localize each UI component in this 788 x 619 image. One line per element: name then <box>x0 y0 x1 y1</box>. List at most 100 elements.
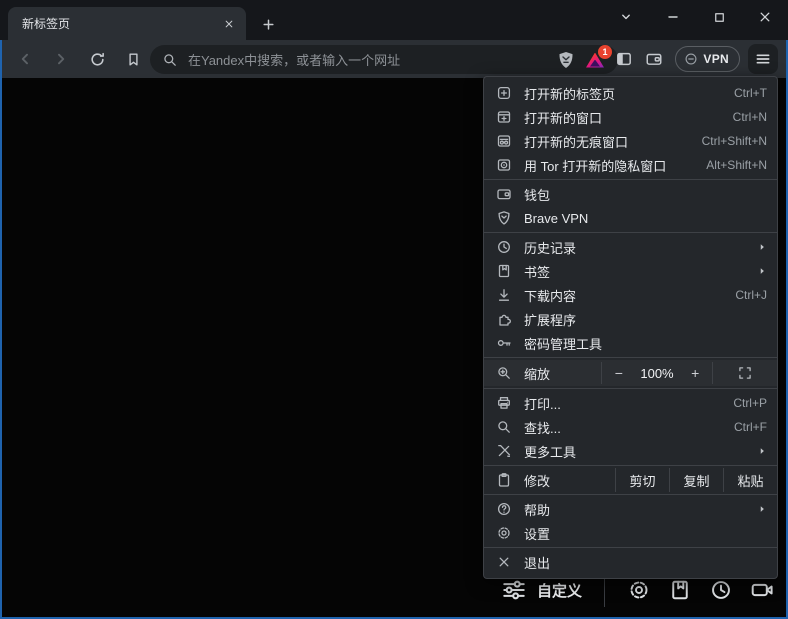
back-icon[interactable] <box>10 44 40 74</box>
toolbar-right: VPN <box>609 40 788 78</box>
search-icon <box>162 52 178 68</box>
menu-item-label: 历史记录 <box>524 238 749 257</box>
close-icon[interactable] <box>748 4 782 30</box>
menu-separator <box>484 494 777 495</box>
brave-rewards-icon[interactable]: 1 <box>586 50 608 70</box>
address-bar-placeholder: 在Yandex中搜索，或者输入一个网址 <box>188 50 556 69</box>
hamburger-menu-icon[interactable] <box>748 44 778 74</box>
menu-item-history[interactable]: 历史记录 <box>484 235 777 259</box>
menu-item-edit: 修改 剪切 复制 粘贴 <box>484 468 777 492</box>
app-menu: 打开新的标签页 Ctrl+T 打开新的窗口 Ctrl+N 打开新的无痕窗口 Ct… <box>483 76 778 579</box>
tab-search-chevron-icon[interactable] <box>609 4 643 30</box>
vpn-button[interactable]: VPN <box>675 46 740 72</box>
tab-title: 新标签页 <box>22 15 220 32</box>
book-icon[interactable] <box>668 578 692 602</box>
menu-item-help[interactable]: 帮助 <box>484 497 777 521</box>
new-window-icon <box>496 109 512 125</box>
tools-icon <box>496 443 512 459</box>
menu-item-bookmarks[interactable]: 书签 <box>484 259 777 283</box>
menu-item-new-window[interactable]: 打开新的窗口 Ctrl+N <box>484 105 777 129</box>
menu-item-shortcut: Ctrl+F <box>734 420 767 434</box>
new-tab-plus-icon[interactable] <box>256 12 280 36</box>
zoom-level: 100% <box>640 366 673 381</box>
menu-item-new-incognito-window[interactable]: 打开新的无痕窗口 Ctrl+Shift+N <box>484 129 777 153</box>
bookmark-icon[interactable] <box>118 44 148 74</box>
browser-window: 新标签页 在Yandex中搜索，或者输入一个网址 1 VPN <box>0 0 788 619</box>
menu-item-label: 打印... <box>524 394 723 413</box>
tab-new-tab-page[interactable]: 新标签页 <box>8 7 246 40</box>
vpn-minus-circle-icon <box>684 52 698 66</box>
submenu-arrow-icon <box>757 446 767 456</box>
menu-item-label: 设置 <box>524 524 767 543</box>
sidebar-icon[interactable] <box>609 44 639 74</box>
menu-item-label: 书签 <box>524 262 749 281</box>
menu-item-shortcut: Ctrl+T <box>734 86 767 100</box>
menu-item-label: 钱包 <box>524 185 767 204</box>
customize-button[interactable]: 自定义 <box>537 580 582 601</box>
tor-icon <box>496 157 512 173</box>
menu-item-label: 更多工具 <box>524 442 749 461</box>
menu-item-settings[interactable]: 设置 <box>484 521 777 545</box>
menu-separator <box>484 232 777 233</box>
shield-icon <box>496 210 512 226</box>
zoom-in-button[interactable]: + <box>683 365 707 381</box>
titlebar: 新标签页 <box>0 0 788 40</box>
submenu-arrow-icon <box>757 242 767 252</box>
bookmark-icon <box>496 263 512 279</box>
gear-icon <box>496 525 512 541</box>
puzzle-icon <box>496 311 512 327</box>
close-icon <box>496 554 512 570</box>
menu-item-label: 打开新的窗口 <box>524 108 723 127</box>
camera-icon[interactable] <box>750 578 774 602</box>
menu-separator <box>484 357 777 358</box>
address-bar[interactable]: 在Yandex中搜索，或者输入一个网址 1 <box>150 45 618 74</box>
forward-icon[interactable] <box>46 44 76 74</box>
new-tab-icon <box>496 85 512 101</box>
menu-item-wallet[interactable]: 钱包 <box>484 182 777 206</box>
menu-item-shortcut: Ctrl+Shift+N <box>702 134 767 148</box>
menu-item-print[interactable]: 打印... Ctrl+P <box>484 391 777 415</box>
menu-item-shortcut: Ctrl+P <box>733 396 767 410</box>
reload-icon[interactable] <box>82 44 112 74</box>
incognito-icon <box>496 133 512 149</box>
menu-item-shortcut: Ctrl+J <box>735 288 767 302</box>
menu-item-find[interactable]: 查找... Ctrl+F <box>484 415 777 439</box>
menu-item-brave-vpn[interactable]: Brave VPN <box>484 206 777 230</box>
clipboard-icon <box>496 472 512 488</box>
edit-cut-button[interactable]: 剪切 <box>615 468 669 492</box>
fullscreen-icon <box>737 365 753 381</box>
menu-item-label: 下载内容 <box>524 286 725 305</box>
gear-icon[interactable] <box>627 578 651 602</box>
submenu-arrow-icon <box>757 504 767 514</box>
history-icon[interactable] <box>709 578 733 602</box>
menu-separator <box>484 179 777 180</box>
menu-item-label: 缩放 <box>524 364 601 383</box>
help-icon <box>496 501 512 517</box>
menu-separator <box>484 388 777 389</box>
edit-paste-button[interactable]: 粘贴 <box>723 468 777 492</box>
vpn-label: VPN <box>703 52 729 66</box>
zoom-out-button[interactable]: − <box>607 365 631 381</box>
menu-item-extensions[interactable]: 扩展程序 <box>484 307 777 331</box>
menu-item-downloads[interactable]: 下载内容 Ctrl+J <box>484 283 777 307</box>
menu-item-password-manager[interactable]: 密码管理工具 <box>484 331 777 355</box>
menu-item-label: 扩展程序 <box>524 310 767 329</box>
menu-item-new-tor-window[interactable]: 用 Tor 打开新的隐私窗口 Alt+Shift+N <box>484 153 777 177</box>
menu-item-shortcut: Ctrl+N <box>733 110 767 124</box>
tab-close-icon[interactable] <box>220 15 238 33</box>
menu-item-label: Brave VPN <box>524 211 767 226</box>
minimize-icon[interactable] <box>656 4 690 30</box>
key-icon <box>496 335 512 351</box>
history-icon <box>496 239 512 255</box>
menu-item-new-tab[interactable]: 打开新的标签页 Ctrl+T <box>484 81 777 105</box>
menu-item-more-tools[interactable]: 更多工具 <box>484 439 777 463</box>
menu-item-exit[interactable]: 退出 <box>484 550 777 574</box>
edit-copy-button[interactable]: 复制 <box>669 468 723 492</box>
fullscreen-button[interactable] <box>713 360 777 386</box>
brave-shield-icon[interactable] <box>556 50 576 70</box>
menu-separator <box>484 547 777 548</box>
maximize-icon[interactable] <box>702 4 736 30</box>
menu-item-label: 帮助 <box>524 500 749 519</box>
wallet-icon[interactable] <box>639 44 669 74</box>
menu-item-label: 退出 <box>524 553 767 572</box>
